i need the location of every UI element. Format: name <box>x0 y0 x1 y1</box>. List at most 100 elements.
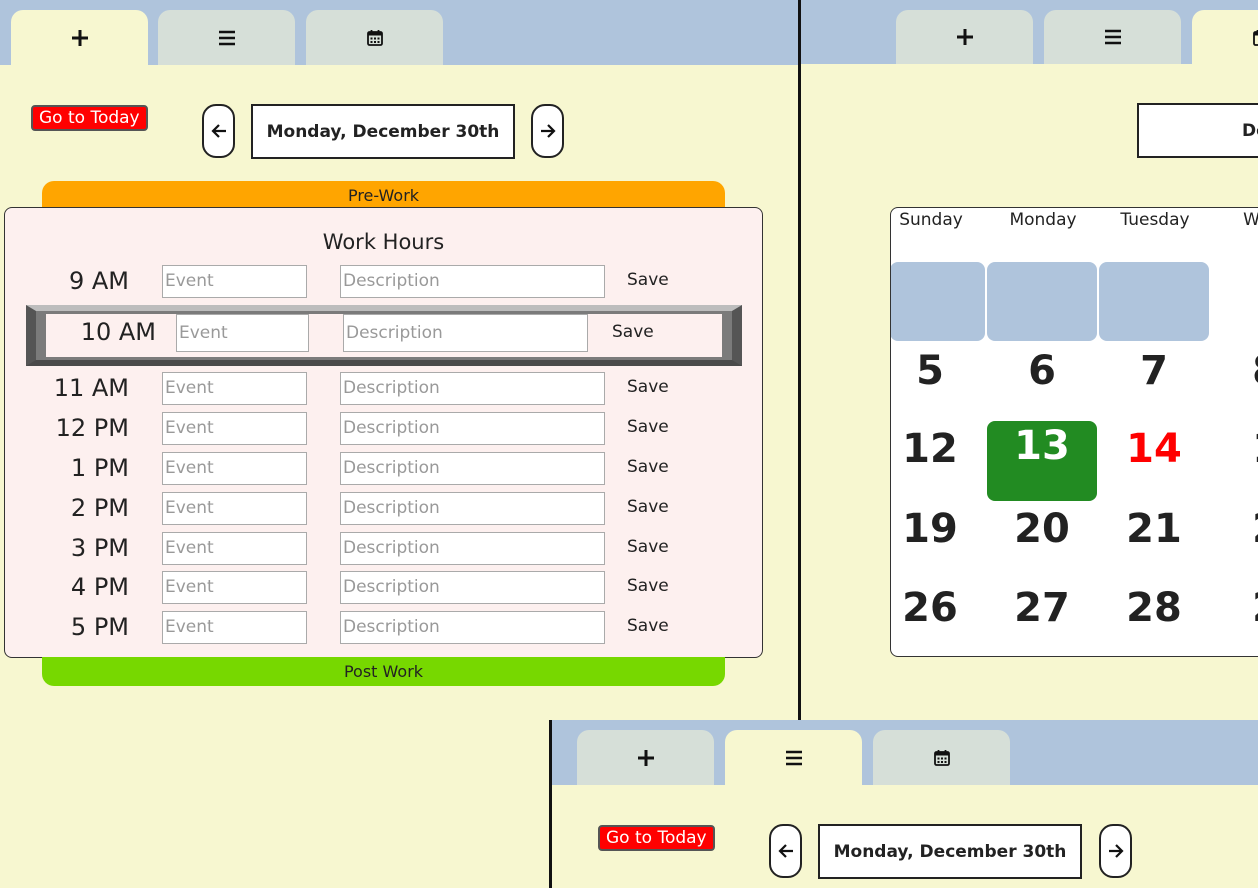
current-hour-inner: 10 AM Event Description Save <box>46 314 722 357</box>
month-view-panel: Dece Sunday Monday Tuesday Wedn 5 6 7 8 … <box>801 0 1258 720</box>
hour-row: 9 AM Event Description Save <box>5 265 762 299</box>
hour-label: 1 PM <box>70 454 129 482</box>
description-input[interactable]: Description <box>340 265 605 298</box>
current-date: Monday, December 30th <box>818 824 1082 879</box>
calendar-icon <box>933 750 950 766</box>
day-cell[interactable]: 5 <box>891 346 985 426</box>
tab-calendar[interactable] <box>873 730 1010 785</box>
description-input[interactable]: Description <box>340 452 605 485</box>
go-to-today-button[interactable]: Go to Today <box>598 825 715 851</box>
event-input[interactable]: Event <box>162 492 307 525</box>
day-cell[interactable]: 2 <box>1211 504 1258 584</box>
event-input[interactable]: Event <box>162 571 307 604</box>
hour-row: 1 PM Event Description Save <box>5 452 762 486</box>
hour-row: 12 PM Event Description Save <box>5 412 762 446</box>
day-cell[interactable]: 19 <box>891 504 985 584</box>
save-button[interactable]: Save <box>627 492 669 522</box>
event-input[interactable]: Event <box>162 412 307 445</box>
day-cell[interactable]: 7 <box>1099 346 1209 426</box>
description-input[interactable]: Description <box>343 314 588 352</box>
day-cell[interactable]: 26 <box>891 583 985 656</box>
arrow-right-icon <box>1108 844 1124 858</box>
hour-label: 2 PM <box>70 494 129 522</box>
highlighted-day-cell[interactable]: 14 <box>1099 424 1209 504</box>
save-button[interactable]: Save <box>612 314 654 350</box>
work-hours-title: Work Hours <box>322 230 445 254</box>
tab-bar <box>801 0 1258 64</box>
event-input[interactable]: Event <box>162 265 307 298</box>
tab-add[interactable] <box>577 730 714 785</box>
tab-list[interactable] <box>158 10 295 65</box>
save-button[interactable]: Save <box>627 452 669 482</box>
event-input[interactable]: Event <box>162 532 307 565</box>
plus-icon <box>956 29 973 45</box>
event-input[interactable]: Event <box>162 372 307 405</box>
hour-label: 12 PM <box>55 414 129 442</box>
day-cell[interactable]: 2 <box>1211 583 1258 656</box>
post-work-bar[interactable]: Post Work <box>42 657 725 686</box>
description-input[interactable]: Description <box>340 492 605 525</box>
save-button[interactable]: Save <box>627 571 669 601</box>
description-input[interactable]: Description <box>340 412 605 445</box>
save-button[interactable]: Save <box>627 532 669 562</box>
day-cell[interactable]: 8 <box>1211 346 1258 426</box>
weekday-header: Sunday <box>899 210 963 230</box>
month-calendar: Sunday Monday Tuesday Wedn 5 6 7 8 12 13… <box>890 207 1258 657</box>
save-button[interactable]: Save <box>627 412 669 442</box>
pre-work-bar[interactable]: Pre-Work <box>42 181 725 210</box>
tab-list[interactable] <box>1044 10 1181 64</box>
hour-label: 9 AM <box>68 267 129 295</box>
hour-label: 3 PM <box>70 534 129 562</box>
weekday-header: Wedn <box>1243 210 1258 230</box>
hour-row: 11 AM Event Description Save <box>5 372 762 406</box>
hour-row: 4 PM Event Description Save <box>5 571 762 605</box>
save-button[interactable]: Save <box>627 265 669 295</box>
description-input[interactable]: Description <box>340 372 605 405</box>
day-cell[interactable]: 6 <box>987 346 1097 426</box>
day-cell[interactable]: 21 <box>1099 504 1209 584</box>
hour-label: 10 AM <box>80 318 156 346</box>
day-cell[interactable]: 20 <box>987 504 1097 584</box>
next-day-button[interactable] <box>531 104 564 158</box>
previous-day-button[interactable] <box>202 104 235 158</box>
hour-row: 5 PM Event Description Save <box>5 611 762 645</box>
description-input[interactable]: Description <box>340 532 605 565</box>
day-cell[interactable]: 28 <box>1099 583 1209 656</box>
list-icon <box>218 30 235 45</box>
description-input[interactable]: Description <box>340 611 605 644</box>
tab-add[interactable] <box>896 10 1033 64</box>
work-hours-box: Work Hours 9 AM Event Description Save 1… <box>4 207 763 658</box>
event-input[interactable]: Event <box>176 314 309 352</box>
go-to-today-button[interactable]: Go to Today <box>31 105 148 131</box>
description-input[interactable]: Description <box>340 571 605 604</box>
previous-day-button[interactable] <box>769 824 802 878</box>
weekday-header: Tuesday <box>1120 210 1190 230</box>
save-button[interactable]: Save <box>627 372 669 402</box>
selected-day-cell[interactable]: 13 <box>987 421 1097 501</box>
tab-calendar[interactable] <box>306 10 443 65</box>
hour-label: 11 AM <box>53 374 129 402</box>
hour-label: 5 PM <box>70 613 129 641</box>
arrow-left-icon <box>210 124 226 138</box>
arrow-right-icon <box>540 124 556 138</box>
event-input[interactable]: Event <box>162 611 307 644</box>
empty-day-cell <box>987 262 1097 341</box>
tab-calendar[interactable] <box>1192 10 1258 64</box>
next-day-button[interactable] <box>1099 824 1132 878</box>
event-input[interactable]: Event <box>162 452 307 485</box>
empty-day-cell <box>891 262 985 341</box>
tab-bar <box>552 720 1258 785</box>
current-hour-row: 10 AM Event Description Save <box>26 305 742 366</box>
day-cell[interactable]: 27 <box>987 583 1097 656</box>
empty-day-cell <box>1099 262 1209 341</box>
tab-add[interactable] <box>11 10 148 65</box>
hour-label: 4 PM <box>70 573 129 601</box>
day-cell[interactable]: 1 <box>1211 424 1258 504</box>
plus-icon <box>637 749 654 766</box>
day-cell[interactable]: 12 <box>891 424 985 504</box>
tab-list[interactable] <box>725 730 862 785</box>
save-button[interactable]: Save <box>627 611 669 641</box>
list-icon <box>785 750 802 765</box>
list-icon <box>1104 29 1121 45</box>
hour-row: 3 PM Event Description Save <box>5 532 762 566</box>
